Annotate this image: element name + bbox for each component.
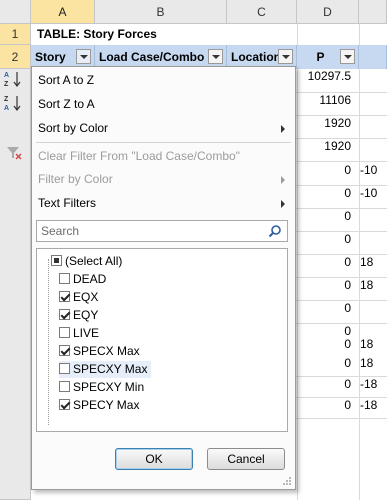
row-header-1[interactable]: 1 bbox=[0, 24, 31, 45]
dropdown-arrow-icon[interactable] bbox=[278, 49, 293, 64]
filter-by-color-label: Filter by Color bbox=[38, 172, 113, 186]
svg-text:Z: Z bbox=[4, 96, 9, 103]
filter-item-label: SPECY Max bbox=[73, 398, 140, 412]
cell-e[interactable]: 18 bbox=[360, 337, 387, 351]
filter-item-dead[interactable]: DEAD bbox=[59, 271, 106, 288]
search-input[interactable]: Search bbox=[36, 220, 288, 242]
search-placeholder: Search bbox=[41, 224, 80, 238]
filter-item-label: SPECXY Max bbox=[73, 362, 148, 376]
checkbox-checked[interactable] bbox=[59, 399, 70, 410]
cell-e[interactable]: -18 bbox=[360, 398, 387, 412]
sort-ascending-icon: A Z bbox=[4, 72, 21, 88]
cell-e[interactable]: -10 bbox=[360, 163, 387, 177]
cell-e[interactable]: 18 bbox=[360, 356, 387, 370]
sort-z-to-a-label: Sort Z to A bbox=[38, 97, 95, 111]
sort-a-to-z-item[interactable]: Sort A to Z bbox=[32, 69, 295, 91]
submenu-arrow-icon bbox=[281, 176, 285, 184]
clear-filter-item[interactable]: Clear Filter From "Load Case/Combo" bbox=[32, 145, 295, 167]
tree-line bbox=[48, 259, 49, 425]
sort-by-color-label: Sort by Color bbox=[38, 121, 109, 135]
header-load-case-label: Load Case/Combo bbox=[99, 50, 205, 64]
filter-item-label: (Select All) bbox=[65, 254, 123, 268]
autofilter-dropdown: Sort A to Z Sort Z to A Sort by Color Cl… bbox=[31, 66, 296, 490]
submenu-arrow-icon bbox=[281, 200, 285, 208]
header-location-label: Location bbox=[231, 50, 281, 64]
checkbox-checked[interactable] bbox=[59, 345, 70, 356]
column-header-e[interactable] bbox=[359, 0, 387, 24]
cell-e[interactable]: 18 bbox=[360, 255, 387, 269]
dropdown-arrow-icon[interactable] bbox=[208, 49, 223, 64]
cell-e[interactable]: -18 bbox=[360, 377, 387, 391]
header-e[interactable] bbox=[359, 45, 387, 69]
checkbox-checked[interactable] bbox=[59, 309, 70, 320]
header-story-label: Story bbox=[35, 50, 66, 64]
svg-text:Z: Z bbox=[4, 81, 9, 88]
cancel-button[interactable]: Cancel bbox=[207, 448, 285, 470]
sort-by-color-item[interactable]: Sort by Color bbox=[32, 117, 295, 139]
column-header-c[interactable]: C bbox=[227, 0, 297, 24]
checkbox-unchecked[interactable] bbox=[59, 363, 70, 374]
filter-item-specxy-min[interactable]: SPECXY Min bbox=[59, 379, 144, 396]
column-header-d[interactable]: D bbox=[297, 0, 359, 24]
filter-by-color-item[interactable]: Filter by Color bbox=[32, 168, 295, 190]
filter-item-specy-max[interactable]: SPECY Max bbox=[59, 397, 139, 414]
row-header-blank bbox=[0, 69, 31, 500]
sort-z-to-a-item[interactable]: Sort Z to A bbox=[32, 93, 295, 115]
header-p[interactable]: P bbox=[297, 45, 359, 69]
filter-values-list[interactable]: (Select All) DEAD EQX EQY LIVE SPECX Max… bbox=[36, 248, 288, 432]
text-filters-label: Text Filters bbox=[38, 196, 97, 210]
clear-filter-label: Clear Filter From "Load Case/Combo" bbox=[38, 149, 240, 163]
dropdown-arrow-icon[interactable] bbox=[340, 49, 355, 64]
cell-e[interactable]: 18 bbox=[360, 278, 387, 292]
checkbox-checked[interactable] bbox=[59, 291, 70, 302]
ok-button[interactable]: OK bbox=[115, 448, 193, 470]
submenu-arrow-icon bbox=[281, 125, 285, 133]
clear-filter-icon bbox=[7, 147, 22, 160]
filter-item-label: EQX bbox=[73, 290, 99, 304]
filter-item-label: LIVE bbox=[73, 326, 100, 340]
filter-item-live[interactable]: LIVE bbox=[59, 325, 99, 342]
row-header-2[interactable]: 2 bbox=[0, 45, 31, 69]
resize-grip-icon[interactable] bbox=[282, 476, 292, 486]
text-filters-item[interactable]: Text Filters bbox=[32, 192, 295, 214]
menu-separator bbox=[36, 142, 291, 143]
svg-text:A: A bbox=[4, 105, 9, 112]
filter-item-label: SPECXY Min bbox=[73, 380, 145, 394]
svg-text:A: A bbox=[4, 72, 9, 79]
filter-item-specx-max[interactable]: SPECX Max bbox=[59, 343, 140, 360]
search-icon bbox=[268, 225, 281, 238]
filter-item-select-all[interactable]: (Select All) bbox=[51, 253, 122, 270]
filter-active-icon[interactable] bbox=[76, 49, 91, 64]
filter-item-specxy-max[interactable]: SPECXY Max bbox=[59, 361, 152, 378]
checkbox-unchecked[interactable] bbox=[59, 381, 70, 392]
header-p-label: P bbox=[316, 50, 325, 64]
filter-item-eqy[interactable]: EQY bbox=[59, 307, 98, 324]
checkbox-partial[interactable] bbox=[51, 255, 62, 266]
checkbox-unchecked[interactable] bbox=[59, 273, 70, 284]
column-header-a[interactable]: A bbox=[31, 0, 95, 24]
cell-e[interactable]: -10 bbox=[360, 186, 387, 200]
column-header-b[interactable]: B bbox=[95, 0, 227, 24]
sort-descending-icon: Z A bbox=[4, 96, 21, 112]
corner-cell[interactable] bbox=[0, 0, 31, 24]
filter-item-label: DEAD bbox=[73, 272, 107, 286]
filter-item-label: EQY bbox=[73, 308, 99, 322]
filter-item-eqx[interactable]: EQX bbox=[59, 289, 98, 306]
sort-a-to-z-label: Sort A to Z bbox=[38, 73, 95, 87]
table-title-cell[interactable]: TABLE: Story Forces bbox=[31, 24, 387, 45]
checkbox-unchecked[interactable] bbox=[59, 327, 70, 338]
filter-item-label: SPECX Max bbox=[73, 344, 140, 358]
